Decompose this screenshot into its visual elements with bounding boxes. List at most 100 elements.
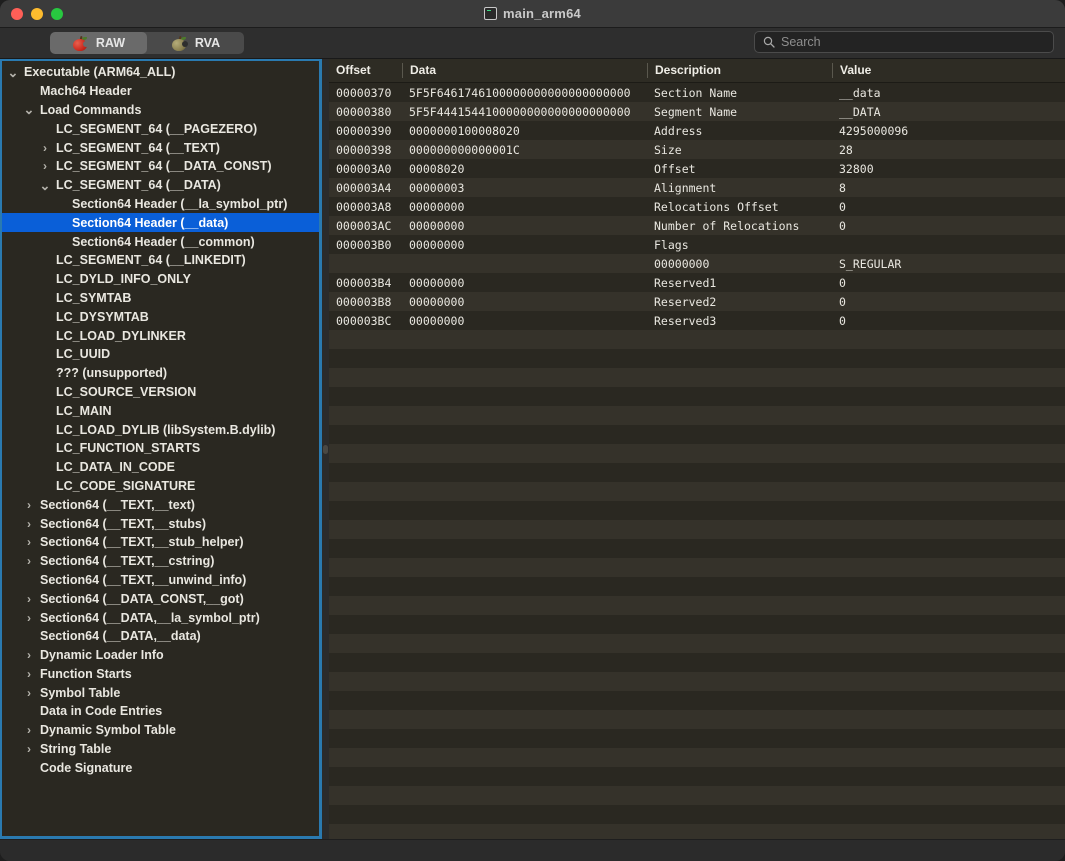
table-row[interactable]: 00000000 S_REGULAR (329, 254, 1065, 273)
table-row[interactable]: 00000390 0000000100008020 Address 429500009… (329, 121, 1065, 140)
table-row[interactable]: 000003BC 00000000 Reserved3 0 (329, 311, 1065, 330)
tree-item[interactable]: ??? (unsupported) (2, 364, 319, 383)
tree-item-label: Section64 (__DATA,__data) (40, 629, 201, 644)
chevron-right-icon[interactable]: › (22, 593, 36, 605)
window-title: main_arm64 (503, 6, 581, 21)
tree-item[interactable]: LC_SOURCE_VERSION (2, 383, 319, 402)
table-row[interactable]: 000003B0 00000000 Flags (329, 235, 1065, 254)
maximize-window-button[interactable] (51, 7, 63, 20)
chevron-down-icon[interactable]: ⌄ (38, 179, 52, 192)
chevron-right-icon[interactable]: › (22, 668, 36, 680)
close-window-button[interactable] (11, 7, 23, 20)
column-header-value[interactable]: Value (832, 63, 1065, 78)
tree-item[interactable]: › LC_SEGMENT_64 (__DATA_CONST) (2, 157, 319, 176)
tab-raw[interactable]: RAW (50, 32, 147, 54)
tree-item[interactable]: › Symbol Table (2, 683, 319, 702)
tree-item[interactable]: Section64 Header (__la_symbol_ptr) (2, 195, 319, 214)
tree-item[interactable]: › Section64 (__TEXT,__stubs) (2, 514, 319, 533)
table-row[interactable]: 00000370 5F5F6461746100000000000000000000… (329, 83, 1065, 102)
table-row[interactable]: 00000398 000000000000001C Size 28 (329, 140, 1065, 159)
tree-item[interactable]: Data in Code Entries (2, 702, 319, 721)
detail-table-body[interactable]: 00000370 5F5F6461746100000000000000000000… (329, 83, 1065, 839)
tree-item[interactable]: › Dynamic Loader Info (2, 646, 319, 665)
chevron-right-icon[interactable]: › (22, 536, 36, 548)
table-row[interactable]: 000003AC 00000000 Number of Relocations 0 (329, 216, 1065, 235)
table-cell: 000000000000001C (409, 142, 520, 157)
column-header-description[interactable]: Description (647, 63, 832, 78)
chevron-right-icon[interactable]: › (22, 555, 36, 567)
tree-item[interactable]: LC_DYSYMTAB (2, 307, 319, 326)
tree-item[interactable]: › Dynamic Symbol Table (2, 721, 319, 740)
table-row[interactable]: 000003A4 00000003 Alignment 8 (329, 178, 1065, 197)
tree-item[interactable]: LC_UUID (2, 345, 319, 364)
table-cell: __DATA (839, 104, 881, 119)
panel-splitter[interactable] (322, 59, 329, 839)
chevron-right-icon[interactable]: › (22, 612, 36, 624)
table-cell: __data (839, 85, 881, 100)
search-placeholder: Search (781, 35, 821, 49)
table-row-empty (329, 349, 1065, 368)
column-header-data[interactable]: Data (402, 63, 647, 78)
chevron-right-icon[interactable]: › (22, 649, 36, 661)
tree-item[interactable]: › LC_SEGMENT_64 (__TEXT) (2, 138, 319, 157)
tree-item[interactable]: › Section64 (__TEXT,__stub_helper) (2, 533, 319, 552)
tree-item[interactable]: Section64 Header (__common) (2, 232, 319, 251)
tree-item-label: Section64 (__DATA_CONST,__got) (40, 591, 244, 606)
tree-item[interactable]: Section64 Header (__data) (2, 213, 319, 233)
chevron-right-icon[interactable]: › (38, 160, 52, 172)
tree-item[interactable]: LC_DATA_IN_CODE (2, 458, 319, 477)
table-row[interactable]: 000003B8 00000000 Reserved2 0 (329, 292, 1065, 311)
search-field[interactable]: Search (754, 31, 1054, 53)
tree-item-label: LC_SYMTAB (56, 290, 132, 305)
tree-item[interactable]: Code Signature (2, 758, 319, 777)
tree-item[interactable]: LC_CODE_SIGNATURE (2, 477, 319, 496)
tree-item[interactable]: ⌄ Executable (ARM64_ALL) (2, 63, 319, 82)
tree-item-label: String Table (40, 742, 112, 757)
tab-rva-label: RVA (194, 36, 221, 50)
chevron-right-icon[interactable]: › (38, 142, 52, 154)
table-cell: 00000000 (654, 256, 710, 271)
chevron-right-icon[interactable]: › (22, 687, 36, 699)
tree-item[interactable]: LC_SYMTAB (2, 289, 319, 308)
tree-item[interactable]: LC_SEGMENT_64 (__PAGEZERO) (2, 119, 319, 138)
tree-item[interactable]: Section64 (__DATA,__data) (2, 627, 319, 646)
tree-item[interactable]: › Section64 (__DATA_CONST,__got) (2, 589, 319, 608)
chevron-down-icon[interactable]: ⌄ (22, 103, 36, 116)
tree-item[interactable]: › Function Starts (2, 665, 319, 684)
tree-item[interactable]: › Section64 (__TEXT,__cstring) (2, 552, 319, 571)
tree-item[interactable]: LC_FUNCTION_STARTS (2, 439, 319, 458)
tree-item[interactable]: Section64 (__TEXT,__unwind_info) (2, 571, 319, 590)
chevron-right-icon[interactable]: › (22, 499, 36, 511)
table-row[interactable]: 000003A8 00000000 Relocations Offset 0 (329, 197, 1065, 216)
tree-item[interactable]: › Section64 (__DATA,__la_symbol_ptr) (2, 608, 319, 627)
tree-item[interactable]: ⌄ Load Commands (2, 101, 319, 120)
tree-item[interactable]: › String Table (2, 740, 319, 759)
tree-item[interactable]: Mach64 Header (2, 82, 319, 101)
chevron-right-icon[interactable]: › (22, 724, 36, 736)
table-row[interactable]: 000003A0 00008020 Offset 32800 (329, 159, 1065, 178)
tab-rva[interactable]: RVA (147, 32, 244, 54)
chevron-down-icon[interactable]: ⌄ (6, 66, 20, 79)
table-row[interactable]: 00000380 5F5F4441544100000000000000000000… (329, 102, 1065, 121)
minimize-window-button[interactable] (31, 7, 43, 20)
tree-item[interactable]: LC_MAIN (2, 401, 319, 420)
tree-item[interactable]: ⌄ LC_SEGMENT_64 (__DATA) (2, 176, 319, 195)
table-row-empty (329, 653, 1065, 672)
tree-item[interactable]: LC_DYLD_INFO_ONLY (2, 270, 319, 289)
chevron-right-icon[interactable]: › (22, 518, 36, 530)
table-cell: S_REGULAR (839, 256, 902, 271)
main-content: ⌄ Executable (ARM64_ALL) Mach64 Header ⌄ Loa… (0, 59, 1065, 839)
tree-item[interactable]: › Section64 (__TEXT,__text) (2, 495, 319, 514)
chevron-right-icon[interactable]: › (22, 743, 36, 755)
table-row[interactable]: 000003B4 00000000 Reserved1 0 (329, 273, 1065, 292)
tree-item[interactable]: LC_LOAD_DYLIB (libSystem.B.dylib) (2, 420, 319, 439)
table-row-empty (329, 824, 1065, 839)
table-cell: 00000000 (409, 275, 465, 290)
structure-tree[interactable]: ⌄ Executable (ARM64_ALL) Mach64 Header ⌄ Loa… (2, 61, 319, 836)
column-header-offset[interactable]: Offset (329, 63, 402, 78)
tree-item[interactable]: LC_LOAD_DYLINKER (2, 326, 319, 345)
tree-item[interactable]: LC_SEGMENT_64 (__LINKEDIT) (2, 251, 319, 270)
tree-item-label: LC_LOAD_DYLINKER (56, 328, 186, 343)
table-row-empty (329, 558, 1065, 577)
tree-item-label: LC_SEGMENT_64 (__TEXT) (56, 140, 220, 155)
